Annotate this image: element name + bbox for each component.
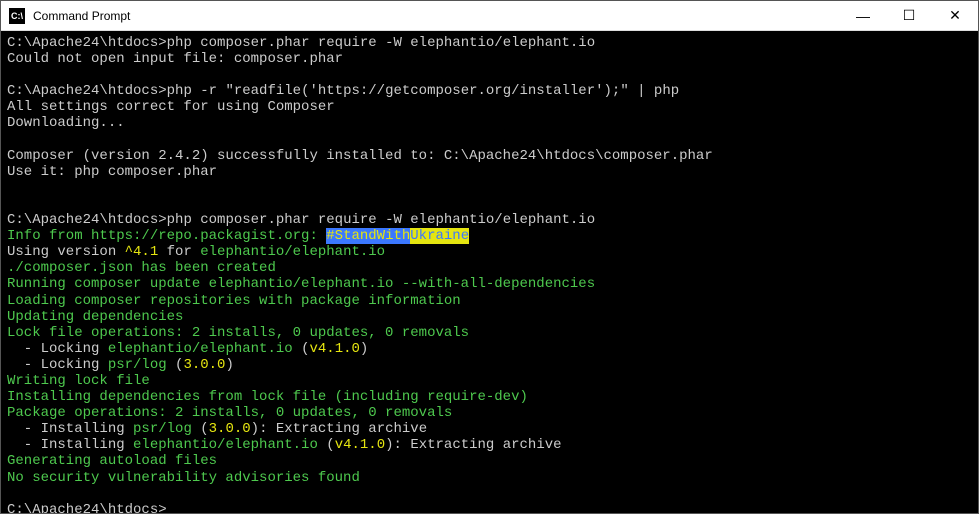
- terminal-body[interactable]: C:\Apache24\htdocs>php composer.phar req…: [1, 31, 978, 513]
- prompt: C:\Apache24\htdocs>: [7, 502, 167, 513]
- standwith-badge: #StandWith: [326, 228, 410, 244]
- terminal-line: C:\Apache24\htdocs>php composer.phar req…: [7, 35, 972, 51]
- command-prompt-window: C:\ Command Prompt — ☐ ✕ C:\Apache24\htd…: [0, 0, 979, 514]
- window-controls: — ☐ ✕: [840, 1, 978, 30]
- terminal-line: All settings correct for using Composer: [7, 99, 972, 115]
- terminal-line: C:\Apache24\htdocs>php -r "readfile('htt…: [7, 83, 972, 99]
- output-text: - Installing: [7, 421, 133, 437]
- ukraine-badge: Ukraine: [410, 228, 469, 244]
- terminal-line: [7, 180, 972, 196]
- output-text: ): Extracting archive: [385, 437, 561, 453]
- terminal-line: - Locking elephantio/elephant.io (v4.1.0…: [7, 341, 972, 357]
- minimize-button[interactable]: —: [840, 1, 886, 30]
- terminal-line: Info from https://repo.packagist.org: #S…: [7, 228, 972, 244]
- package-name: psr/log: [133, 421, 192, 437]
- terminal-line: ./composer.json has been created: [7, 260, 972, 276]
- output-text: (: [192, 421, 209, 437]
- output-text: - Locking: [7, 357, 108, 373]
- close-button[interactable]: ✕: [932, 1, 978, 30]
- terminal-line: Loading composer repositories with packa…: [7, 293, 972, 309]
- terminal-line: No security vulnerability advisories fou…: [7, 470, 972, 486]
- terminal-line: Package operations: 2 installs, 0 update…: [7, 405, 972, 421]
- terminal-line: Could not open input file: composer.phar: [7, 51, 972, 67]
- terminal-line: Lock file operations: 2 installs, 0 upda…: [7, 325, 972, 341]
- terminal-line: Writing lock file: [7, 373, 972, 389]
- terminal-line: Updating dependencies: [7, 309, 972, 325]
- terminal-line: Installing dependencies from lock file (…: [7, 389, 972, 405]
- command-text: php composer.phar require -W elephantio/…: [167, 35, 595, 51]
- window-title: Command Prompt: [33, 9, 840, 23]
- titlebar[interactable]: C:\ Command Prompt — ☐ ✕: [1, 1, 978, 31]
- terminal-line: Running composer update elephantio/eleph…: [7, 276, 972, 292]
- output-text: (: [293, 341, 310, 357]
- output-text: ): Extracting archive: [251, 421, 427, 437]
- version-text: 3.0.0: [183, 357, 225, 373]
- version-text: v4.1.0: [309, 341, 359, 357]
- terminal-line: - Installing elephantio/elephant.io (v4.…: [7, 437, 972, 453]
- package-name: psr/log: [108, 357, 167, 373]
- terminal-line: [7, 67, 972, 83]
- output-text: (: [167, 357, 184, 373]
- version-text: 3.0.0: [209, 421, 251, 437]
- terminal-line: Use it: php composer.phar: [7, 164, 972, 180]
- terminal-line: [7, 132, 972, 148]
- terminal-line: C:\Apache24\htdocs>: [7, 502, 972, 513]
- terminal-line: Composer (version 2.4.2) successfully in…: [7, 148, 972, 164]
- output-text: Using version: [7, 244, 125, 260]
- output-text: - Locking: [7, 341, 108, 357]
- output-text: (: [318, 437, 335, 453]
- prompt: C:\Apache24\htdocs>: [7, 83, 167, 99]
- terminal-line: [7, 486, 972, 502]
- terminal-line: - Installing psr/log (3.0.0): Extracting…: [7, 421, 972, 437]
- terminal-line: - Locking psr/log (3.0.0): [7, 357, 972, 373]
- prompt: C:\Apache24\htdocs>: [7, 212, 167, 228]
- terminal-line: Downloading...: [7, 115, 972, 131]
- package-name: elephantio/elephant.io: [200, 244, 385, 260]
- cmd-icon: C:\: [9, 8, 25, 24]
- terminal-line: C:\Apache24\htdocs>php composer.phar req…: [7, 212, 972, 228]
- output-text: ): [225, 357, 233, 373]
- info-text: Info from https://repo.packagist.org:: [7, 228, 326, 244]
- version-text: ^4.1: [125, 244, 159, 260]
- package-name: elephantio/elephant.io: [108, 341, 293, 357]
- output-text: - Installing: [7, 437, 133, 453]
- command-text: php composer.phar require -W elephantio/…: [167, 212, 595, 228]
- terminal-line: Using version ^4.1 for elephantio/elepha…: [7, 244, 972, 260]
- terminal-line: [7, 196, 972, 212]
- prompt: C:\Apache24\htdocs>: [7, 35, 167, 51]
- command-text: php -r "readfile('https://getcomposer.or…: [167, 83, 679, 99]
- package-name: elephantio/elephant.io: [133, 437, 318, 453]
- output-text: ): [360, 341, 368, 357]
- version-text: v4.1.0: [335, 437, 385, 453]
- maximize-button[interactable]: ☐: [886, 1, 932, 30]
- terminal-line: Generating autoload files: [7, 453, 972, 469]
- output-text: for: [158, 244, 200, 260]
